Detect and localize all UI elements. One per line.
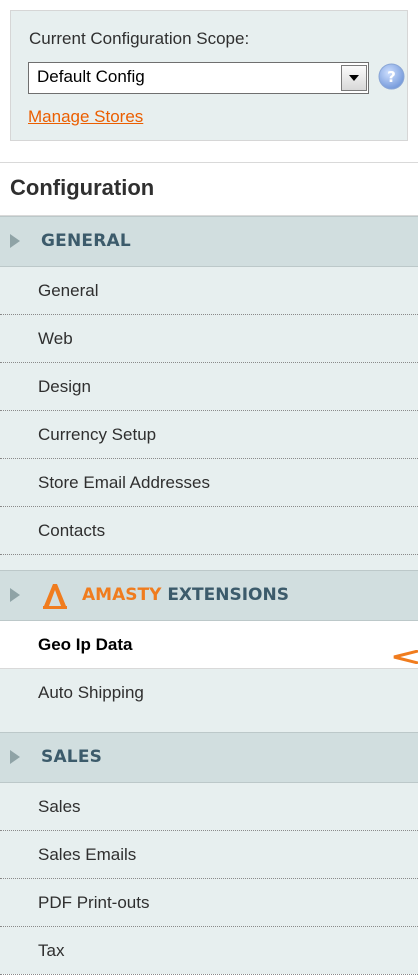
group-header-amasty-extensions[interactable]: AMASTY EXTENSIONS (0, 570, 418, 621)
svg-text:?: ? (387, 68, 396, 86)
menu-item-store-email-addresses[interactable]: Store Email Addresses (0, 459, 418, 507)
menu-item-general[interactable]: General (0, 267, 418, 315)
group-title-part1: AMASTY (82, 585, 162, 605)
scope-selected-value: Default Config (37, 67, 145, 86)
amasty-logo-icon (43, 584, 67, 609)
expand-arrow-icon (10, 234, 20, 248)
expand-arrow-icon (10, 588, 20, 602)
group-title: GENERAL (41, 231, 131, 251)
manage-stores-link[interactable]: Manage Stores (28, 107, 143, 127)
group-header-sales[interactable]: SALES (0, 732, 418, 783)
config-menu: GENERAL General Web Design Currency Setu… (0, 216, 418, 975)
menu-item-tax[interactable]: Tax (0, 927, 418, 975)
config-sidebar-page: Current Configuration Scope: Default Con… (0, 0, 418, 975)
scope-switcher: Current Configuration Scope: Default Con… (10, 10, 408, 141)
menu-item-sales-emails[interactable]: Sales Emails (0, 831, 418, 879)
menu-item-web[interactable]: Web (0, 315, 418, 363)
dropdown-arrow-icon[interactable] (341, 65, 367, 91)
scope-label: Current Configuration Scope: (29, 29, 250, 48)
group-header-general[interactable]: GENERAL (0, 216, 418, 267)
menu-item-design[interactable]: Design (0, 363, 418, 411)
menu-item-contacts[interactable]: Contacts (0, 507, 418, 555)
menu-item-pdf-print-outs[interactable]: PDF Print-outs (0, 879, 418, 927)
help-icon[interactable]: ? (377, 62, 406, 91)
page-title: Configuration (0, 162, 418, 216)
pointer-arrow-icon (393, 650, 418, 664)
group-title-part2: EXTENSIONS (167, 585, 289, 605)
menu-item-auto-shipping[interactable]: Auto Shipping (0, 669, 418, 717)
group-title: SALES (41, 747, 103, 767)
menu-item-sales[interactable]: Sales (0, 783, 418, 831)
scope-select[interactable]: Default Config (28, 62, 369, 94)
group-title: AMASTY EXTENSIONS (82, 585, 289, 605)
menu-item-geo-ip-data[interactable]: Geo Ip Data (0, 621, 418, 669)
menu-item-currency-setup[interactable]: Currency Setup (0, 411, 418, 459)
expand-arrow-icon (10, 750, 20, 764)
